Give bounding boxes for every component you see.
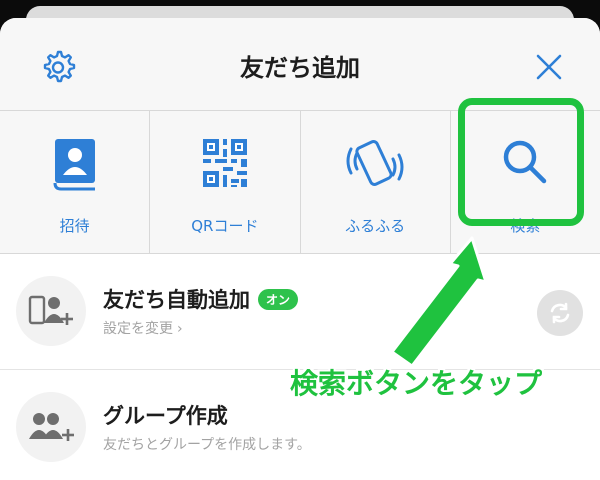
change-settings-text: 設定を変更 xyxy=(103,321,173,337)
invite-button[interactable]: 招待 xyxy=(0,111,151,253)
qr-code-label: QRコード xyxy=(191,217,259,235)
change-settings-link[interactable]: 設定を変更 › xyxy=(103,318,183,338)
contact-book-icon xyxy=(53,139,95,191)
shake-label: ふるふる xyxy=(345,217,406,235)
close-button[interactable] xyxy=(534,52,564,82)
auto-add-friends-row[interactable]: 友だち自動追加 オン 設定を変更 › xyxy=(0,254,600,370)
page-title: 友だち追加 xyxy=(240,54,360,82)
chevron-right-icon: › xyxy=(177,321,183,337)
invite-label: 招待 xyxy=(59,217,90,235)
refresh-icon xyxy=(550,302,570,324)
search-highlight-box xyxy=(458,98,584,226)
shake-button[interactable]: ふるふる xyxy=(301,111,451,253)
auto-add-avatar xyxy=(16,276,86,346)
auto-add-title-text: 友だち自動追加 xyxy=(103,288,250,312)
create-group-title: グループ作成 xyxy=(103,404,228,428)
create-group-subtitle: 友だちとグループを作成します。 xyxy=(103,437,311,453)
add-friends-sheet: 友だち追加 招待 QRコード ふるふる 検索 友だち自動追加 オン 設定を変更 … xyxy=(0,18,600,480)
phone-add-friend-icon xyxy=(28,295,73,325)
group-add-icon xyxy=(29,413,74,441)
shake-phone-icon xyxy=(346,140,404,186)
refresh-button[interactable] xyxy=(537,290,583,336)
instruction-text: 検索ボタンをタップ xyxy=(290,367,543,400)
auto-add-title: 友だち自動追加 オン xyxy=(103,284,299,314)
qr-code-icon xyxy=(202,139,247,187)
status-badge: オン xyxy=(258,289,299,310)
create-group-avatar xyxy=(16,392,86,462)
qr-code-button[interactable]: QRコード xyxy=(150,111,301,253)
close-icon xyxy=(536,54,562,80)
